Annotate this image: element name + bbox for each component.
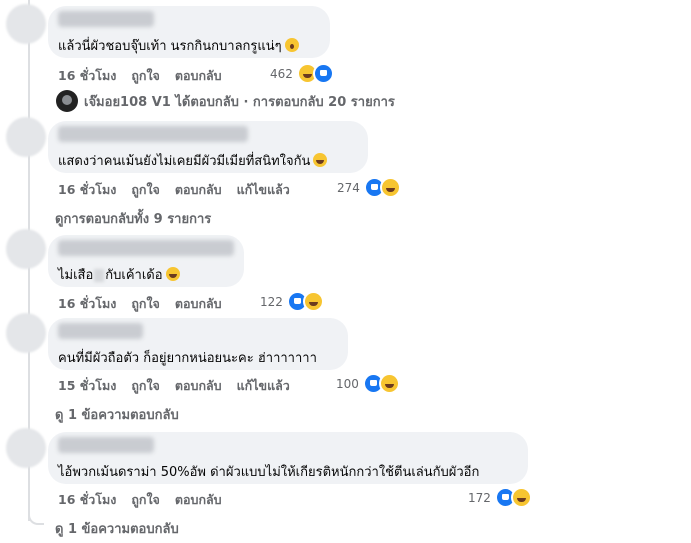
commenter-name-redacted[interactable] (58, 437, 154, 453)
comment-text: ไม่เสือ กับเค้าเด้อ (58, 264, 180, 285)
reaction-count: 122 (260, 294, 283, 309)
reply-button[interactable]: ตอบกลับ (175, 492, 222, 507)
reaction-count: 100 (336, 376, 359, 391)
comment-actions: 16 ชั่วโมง ถูกใจ ตอบกลับ (58, 490, 237, 510)
like-icon (312, 63, 334, 84)
haha-icon (302, 291, 324, 312)
commenter-name-redacted[interactable] (58, 240, 234, 256)
commenter-name-redacted[interactable] (58, 323, 143, 339)
avatar[interactable] (6, 117, 46, 157)
timestamp[interactable]: 15 ชั่วโมง (58, 378, 116, 393)
avatar[interactable] (6, 313, 46, 353)
like-button[interactable]: ถูกใจ (131, 492, 160, 507)
reaction-summary[interactable]: 462 (270, 63, 334, 84)
comment-actions: 16 ชั่วโมง ถูกใจ ตอบกลับ (58, 66, 237, 86)
reaction-summary[interactable]: 274 (337, 177, 401, 198)
haha-icon (379, 177, 401, 198)
commenter-name-redacted[interactable] (58, 126, 248, 142)
timestamp[interactable]: 16 ชั่วโมง (58, 492, 116, 507)
reply-button[interactable]: ตอบกลับ (175, 68, 222, 83)
haha-icon (510, 487, 532, 508)
reply-button[interactable]: ตอบกลับ (175, 296, 222, 311)
reaction-summary[interactable]: 172 (468, 487, 532, 508)
like-button[interactable]: ถูกใจ (131, 68, 160, 83)
comment-actions: 16 ชั่วโมง ถูกใจ ตอบกลับ (58, 294, 237, 314)
commenter-name-redacted[interactable] (58, 11, 154, 27)
comment-text: แสดงว่าคนเม้นยังไม่เคยมีผัวมีเมียที่สนิท… (58, 150, 328, 171)
reaction-count: 172 (468, 490, 491, 505)
reply-button[interactable]: ตอบกลับ (175, 378, 222, 393)
laugh-emoji-icon (313, 153, 328, 167)
replier-avatar (56, 90, 78, 112)
comment-bubble: ไม่เสือ กับเค้าเด้อ (48, 235, 244, 287)
timestamp[interactable]: 16 ชั่วโมง (58, 182, 116, 197)
comment-actions: 15 ชั่วโมง ถูกใจ ตอบกลับ แก้ไขแล้ว (58, 376, 305, 396)
comment-text: แล้วนี่ผัวชอบจุ๊บเท้า นรกกินกบาลกรูแน่ๆ (58, 35, 299, 56)
reaction-summary[interactable]: 122 (260, 291, 324, 312)
replied-by-line[interactable]: เจ๊มอย108 V1 ได้ตอบกลับ · การตอบกลับ 20 … (56, 90, 395, 112)
comment-bubble: ไอ้พวกเม้นดราม่า 50%อัพ ด่าผัวแบบไม่ให้เ… (48, 432, 528, 484)
comment-bubble: คนที่มีผัวถือตัว ก็อยู่ยากหน่อยนะคะ ฮ่าา… (48, 318, 348, 370)
replied-by-text: เจ๊มอย108 V1 ได้ตอบกลับ · การตอบกลับ 20 … (84, 94, 395, 110)
avatar[interactable] (6, 4, 46, 44)
reply-button[interactable]: ตอบกลับ (175, 182, 222, 197)
thread-connector (28, 505, 44, 525)
timestamp[interactable]: 16 ชั่วโมง (58, 296, 116, 311)
comment-text: ไอ้พวกเม้นดราม่า 50%อัพ ด่าผัวแบบไม่ให้เ… (58, 465, 480, 480)
laugh-emoji-icon (165, 267, 180, 281)
avatar[interactable] (6, 229, 46, 269)
comment-text: คนที่มีผัวถือตัว ก็อยู่ยากหน่อยนะคะ ฮ่าา… (58, 351, 317, 366)
reaction-count: 274 (337, 180, 360, 195)
comment-actions: 16 ชั่วโมง ถูกใจ ตอบกลับ แก้ไขแล้ว (58, 180, 305, 200)
view-one-reply-link[interactable]: ดู 1 ข้อความตอบกลับ (55, 404, 179, 425)
comment-bubble: แสดงว่าคนเม้นยังไม่เคยมีผัวมีเมียที่สนิท… (48, 121, 368, 173)
like-button[interactable]: ถูกใจ (131, 378, 160, 393)
edited-label[interactable]: แก้ไขแล้ว (237, 182, 290, 197)
view-one-reply-link[interactable]: ดู 1 ข้อความตอบกลับ (55, 518, 179, 539)
edited-label[interactable]: แก้ไขแล้ว (237, 378, 290, 393)
view-all-replies-link[interactable]: ดูการตอบกลับทั้ง 9 รายการ (55, 208, 211, 229)
like-button[interactable]: ถูกใจ (131, 182, 160, 197)
haha-icon (378, 373, 400, 394)
shocked-emoji-icon (284, 38, 299, 52)
comment-bubble: แล้วนี่ผัวชอบจุ๊บเท้า นรกกินกบาลกรูแน่ๆ (48, 6, 330, 58)
reaction-count: 462 (270, 66, 293, 81)
like-button[interactable]: ถูกใจ (131, 296, 160, 311)
reaction-summary[interactable]: 100 (336, 373, 400, 394)
avatar[interactable] (6, 428, 46, 468)
timestamp[interactable]: 16 ชั่วโมง (58, 68, 116, 83)
censored-word (94, 269, 105, 282)
